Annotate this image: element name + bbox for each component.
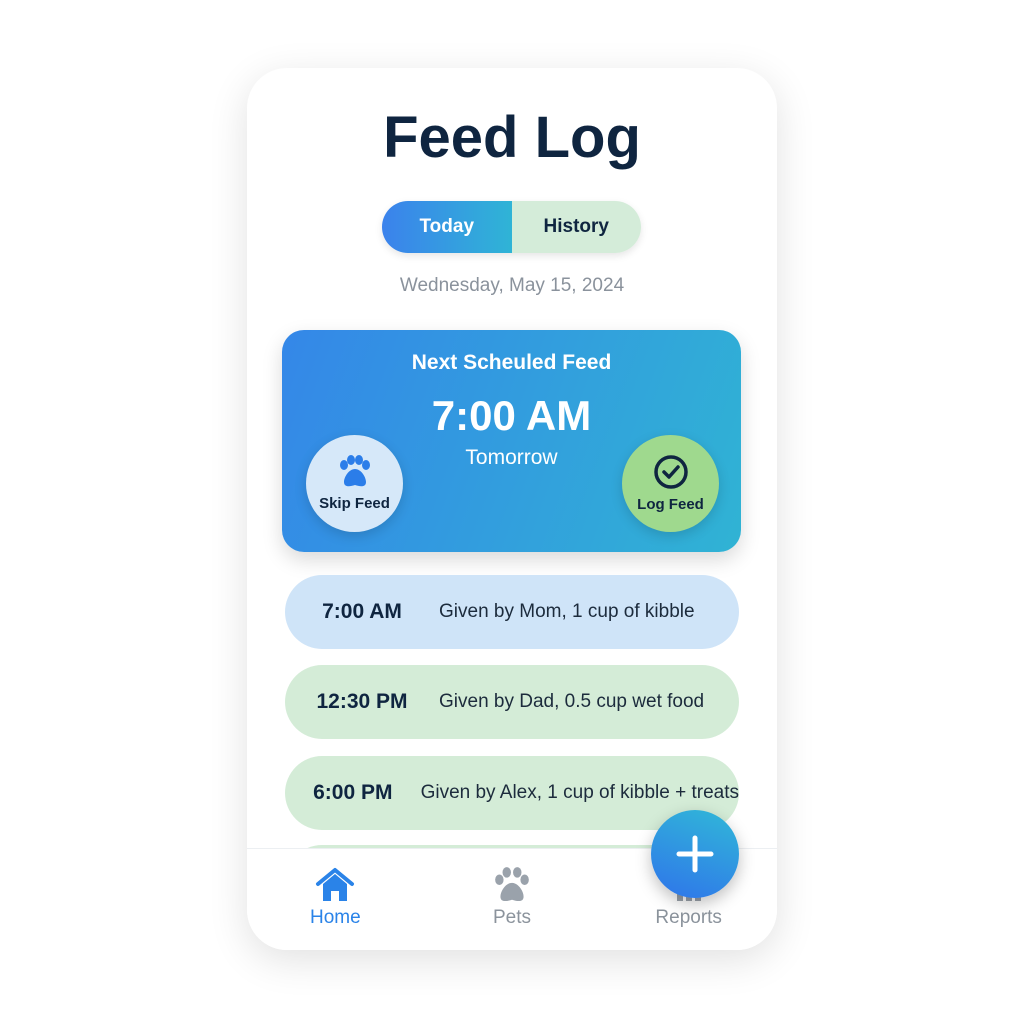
paw-icon xyxy=(495,867,529,902)
log-feed-label: Log Feed xyxy=(637,496,704,513)
skip-feed-label: Skip Feed xyxy=(319,495,390,512)
feed-entry[interactable]: 7:00 AM Given by Mom, 1 cup of kibble xyxy=(285,575,739,649)
nav-home[interactable]: Home xyxy=(247,849,424,950)
entry-time: 6:00 PM xyxy=(313,781,393,804)
page-title: Feed Log xyxy=(383,105,641,170)
current-date: Wednesday, May 15, 2024 xyxy=(399,275,625,296)
add-feed-button[interactable] xyxy=(651,810,739,898)
tab-switcher: Today History xyxy=(382,201,641,253)
entry-description: Given by Dad, 0.5 cup wet food xyxy=(439,691,705,712)
check-circle-icon xyxy=(653,455,688,489)
tab-today[interactable]: Today xyxy=(382,201,512,253)
nav-reports-label: Reports xyxy=(655,907,722,928)
nav-pets[interactable]: Pets xyxy=(424,849,601,950)
skip-feed-button[interactable]: Skip Feed xyxy=(306,435,403,532)
entry-time: 7:00 AM xyxy=(322,600,402,623)
entry-description: Given by Alex, 1 cup of kibble + treats xyxy=(420,782,739,803)
log-feed-button[interactable]: Log Feed xyxy=(622,435,719,532)
next-feed-time: 7:00 AM xyxy=(431,392,592,439)
nav-home-label: Home xyxy=(309,907,361,928)
plus-icon xyxy=(676,835,714,873)
nav-pets-label: Pets xyxy=(492,907,532,928)
feed-entry[interactable]: 12:30 PM Given by Dad, 0.5 cup wet food xyxy=(285,665,739,739)
next-feed-heading: Next Scheuled Feed xyxy=(411,351,612,374)
tab-history[interactable]: History xyxy=(511,201,641,253)
paw-icon xyxy=(339,455,370,487)
entry-time: 12:30 PM xyxy=(316,690,408,713)
home-icon xyxy=(316,868,355,901)
next-feed-card: Next Scheuled Feed 7:00 AM Tomorrow Skip… xyxy=(282,330,741,552)
entry-description: Given by Mom, 1 cup of kibble xyxy=(439,601,695,622)
